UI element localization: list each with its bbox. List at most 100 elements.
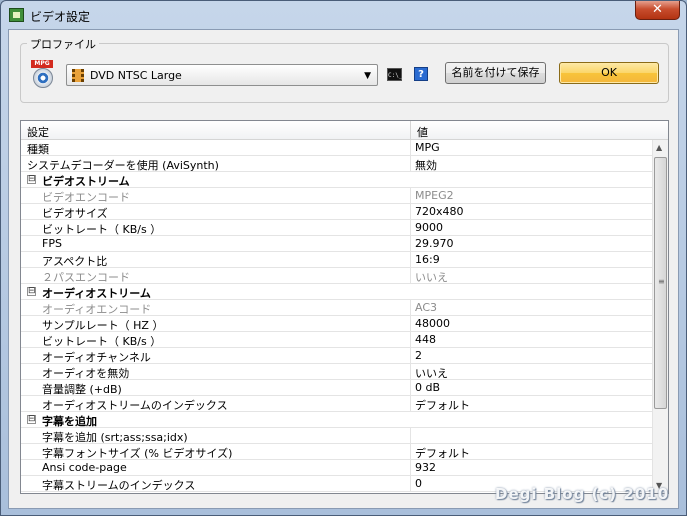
property-name: 字幕フォントサイズ (% ビデオサイズ) bbox=[42, 447, 233, 460]
command-prompt-icon[interactable]: C:\_ bbox=[387, 68, 402, 81]
collapse-icon[interactable]: ⊟ bbox=[27, 287, 36, 296]
property-row[interactable]: オーディオストリームのインデックス デフォルト bbox=[21, 396, 652, 412]
collapse-icon[interactable]: ⊟ bbox=[27, 415, 36, 424]
property-name: システムデコーダーを使用 (AviSynth) bbox=[27, 159, 219, 172]
disc-icon bbox=[33, 68, 53, 88]
property-value[interactable]: 720x480 bbox=[415, 205, 645, 218]
property-name: 種類 bbox=[27, 143, 49, 156]
property-row[interactable]: 字幕を追加 (srt;ass;ssa;idx) bbox=[21, 428, 652, 444]
property-name: オーディオストリームのインデックス bbox=[42, 399, 228, 412]
grid-header: 設定 値 bbox=[21, 121, 668, 140]
category-row[interactable]: ⊟ オーディオストリーム bbox=[21, 284, 652, 300]
property-row[interactable]: システムデコーダーを使用 (AviSynth) 無効 bbox=[21, 156, 652, 172]
cell-divider bbox=[410, 204, 411, 220]
cell-divider bbox=[410, 316, 411, 332]
profile-group: プロファイル MPG DVD NTSC Large ▼ C:\_ ? 名前を付け… bbox=[20, 36, 669, 103]
collapse-icon[interactable]: ⊟ bbox=[27, 175, 36, 184]
property-name: Ansi code-page bbox=[42, 461, 127, 474]
window-title: ビデオ設定 bbox=[30, 10, 91, 24]
chevron-down-icon: ▼ bbox=[364, 71, 371, 81]
category-label: 字幕を追加 bbox=[42, 415, 97, 428]
property-value[interactable]: 0 dB bbox=[415, 381, 645, 394]
cell-divider bbox=[410, 236, 411, 252]
property-row[interactable]: 音量調整 (+dB) 0 dB bbox=[21, 380, 652, 396]
property-row[interactable]: 字幕フォントサイズ (% ビデオサイズ) デフォルト bbox=[21, 444, 652, 460]
property-value[interactable]: 2 bbox=[415, 349, 645, 362]
cell-divider bbox=[410, 332, 411, 348]
cell-divider bbox=[410, 220, 411, 236]
cell-divider bbox=[410, 348, 411, 364]
property-name: ビットレート（ KB/s ） bbox=[42, 335, 162, 348]
title-bar[interactable]: ビデオ設定 ✕ bbox=[1, 1, 686, 29]
property-row[interactable]: FPS 29.970 bbox=[21, 236, 652, 252]
property-name: アスペクト比 bbox=[42, 255, 108, 268]
cell-divider bbox=[410, 268, 411, 284]
cell-divider bbox=[410, 476, 411, 492]
property-name: ２パスエンコード bbox=[42, 271, 130, 284]
property-row[interactable]: ビデオサイズ 720x480 bbox=[21, 204, 652, 220]
property-value[interactable]: 無効 bbox=[415, 157, 645, 173]
close-button[interactable]: ✕ bbox=[635, 1, 680, 20]
property-value[interactable]: 48000 bbox=[415, 317, 645, 330]
column-header-value[interactable]: 値 bbox=[417, 124, 428, 140]
property-name: ビデオエンコード bbox=[42, 191, 130, 204]
help-icon[interactable]: ? bbox=[414, 67, 428, 81]
property-row[interactable]: ２パスエンコード いいえ bbox=[21, 268, 652, 284]
save-as-button[interactable]: 名前を付けて保存 bbox=[445, 62, 546, 84]
app-icon bbox=[9, 8, 24, 22]
cell-divider bbox=[410, 188, 411, 204]
column-divider[interactable] bbox=[410, 121, 411, 140]
property-name: ビデオサイズ bbox=[42, 207, 108, 220]
cell-divider bbox=[410, 396, 411, 412]
property-row[interactable]: ビットレート（ KB/s ） 9000 bbox=[21, 220, 652, 236]
property-row[interactable]: ビットレート（ KB/s ） 448 bbox=[21, 332, 652, 348]
cell-divider bbox=[410, 444, 411, 460]
property-name: サンプルレート（ HZ ） bbox=[42, 319, 164, 332]
mpg-file-icon: MPG bbox=[31, 60, 57, 90]
profile-dropdown[interactable]: DVD NTSC Large ▼ bbox=[66, 64, 378, 86]
cell-divider bbox=[410, 364, 411, 380]
category-label: オーディオストリーム bbox=[42, 287, 151, 300]
property-row[interactable]: サンプルレート（ HZ ） 48000 bbox=[21, 316, 652, 332]
property-row[interactable]: オーディオエンコード AC3 bbox=[21, 300, 652, 316]
property-name: オーディオを無効 bbox=[42, 367, 130, 380]
property-value[interactable]: 932 bbox=[415, 461, 645, 474]
vertical-scrollbar[interactable]: ▲ ≡ ▼ bbox=[652, 140, 668, 493]
property-name: FPS bbox=[42, 237, 62, 250]
property-row[interactable]: オーディオを無効 いいえ bbox=[21, 364, 652, 380]
cell-divider bbox=[410, 252, 411, 268]
property-value[interactable]: いいえ bbox=[415, 365, 645, 381]
profile-dropdown-value: DVD NTSC Large bbox=[90, 69, 182, 82]
property-row[interactable]: オーディオチャンネル 2 bbox=[21, 348, 652, 364]
cell-divider bbox=[410, 460, 411, 476]
category-row[interactable]: ⊟ 字幕を追加 bbox=[21, 412, 652, 428]
scroll-thumb[interactable]: ≡ bbox=[654, 157, 667, 409]
property-row[interactable]: アスペクト比 16:9 bbox=[21, 252, 652, 268]
video-settings-window: ビデオ設定 ✕ プロファイル MPG DVD NTSC Large ▼ C:\_… bbox=[0, 0, 687, 516]
profile-group-label: プロファイル bbox=[27, 36, 99, 52]
property-value[interactable]: 9000 bbox=[415, 221, 645, 234]
scroll-up-icon[interactable]: ▲ bbox=[656, 143, 662, 152]
property-value[interactable]: MPG bbox=[415, 141, 645, 154]
property-row[interactable]: 種類 MPG bbox=[21, 140, 652, 156]
film-icon bbox=[72, 69, 84, 82]
cell-divider bbox=[410, 156, 411, 172]
property-value[interactable]: デフォルト bbox=[415, 445, 645, 461]
property-value[interactable]: デフォルト bbox=[415, 397, 645, 413]
property-row[interactable]: ビデオエンコード MPEG2 bbox=[21, 188, 652, 204]
column-header-setting[interactable]: 設定 bbox=[27, 124, 49, 140]
ok-button[interactable]: OK bbox=[559, 62, 659, 84]
dialog-client-area: プロファイル MPG DVD NTSC Large ▼ C:\_ ? 名前を付け… bbox=[8, 29, 679, 509]
property-name: ビットレート（ KB/s ） bbox=[42, 223, 162, 236]
mpg-icon-label: MPG bbox=[31, 60, 53, 68]
category-row[interactable]: ⊟ ビデオストリーム bbox=[21, 172, 652, 188]
property-row[interactable]: Ansi code-page 932 bbox=[21, 460, 652, 476]
property-value[interactable]: 448 bbox=[415, 333, 645, 346]
property-name: 音量調整 (+dB) bbox=[42, 383, 122, 396]
property-name: オーディオチャンネル bbox=[42, 351, 151, 364]
property-name: オーディオエンコード bbox=[42, 303, 152, 316]
cell-divider bbox=[410, 300, 411, 316]
property-value[interactable]: 29.970 bbox=[415, 237, 645, 250]
property-value[interactable]: 16:9 bbox=[415, 253, 645, 266]
property-value: いいえ bbox=[415, 271, 448, 284]
